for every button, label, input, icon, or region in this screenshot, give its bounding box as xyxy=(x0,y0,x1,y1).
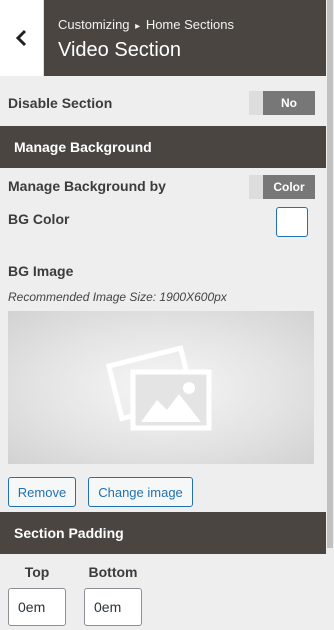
scrollbar-thumb[interactable] xyxy=(327,0,333,548)
padding-bottom-input[interactable]: 0em xyxy=(84,588,142,626)
back-button[interactable] xyxy=(0,0,44,76)
disable-section-toggle-value: No xyxy=(263,91,315,115)
manage-background-by-value: Color xyxy=(263,175,315,199)
padding-bottom-label: Bottom xyxy=(88,564,138,580)
breadcrumb-separator: ▸ xyxy=(135,21,141,32)
bg-image-size-note: Recommended Image Size: 1900X600px xyxy=(8,290,227,304)
padding-top-label: Top xyxy=(24,564,50,580)
manage-background-heading: Manage Background xyxy=(0,126,326,168)
breadcrumb-prefix: Customizing xyxy=(58,17,130,32)
bg-image-preview[interactable] xyxy=(8,311,314,464)
scrollbar-track[interactable] xyxy=(326,0,334,630)
section-padding-heading: Section Padding xyxy=(0,512,326,554)
change-image-button[interactable]: Change image xyxy=(88,477,193,507)
panel-title-box: Customizing ▸ Home Sections Video Sectio… xyxy=(44,0,326,76)
bg-image-label: BG Image xyxy=(8,263,74,279)
disable-section-label: Disable Section xyxy=(8,95,113,111)
manage-background-by-toggle[interactable]: Color xyxy=(249,175,315,199)
bg-color-label: BG Color xyxy=(8,211,70,227)
manage-background-by-label: Manage Background by xyxy=(8,178,166,194)
remove-image-button[interactable]: Remove xyxy=(8,477,76,507)
padding-top-input[interactable]: 0em xyxy=(8,588,66,626)
bg-color-picker[interactable] xyxy=(276,207,308,237)
breadcrumb: Customizing ▸ Home Sections xyxy=(58,17,234,32)
breadcrumb-section: Home Sections xyxy=(145,17,234,32)
customizer-header: Customizing ▸ Home Sections Video Sectio… xyxy=(0,0,334,76)
images-icon xyxy=(105,344,212,430)
page-title: Video Section xyxy=(58,39,182,61)
chevron-left-icon xyxy=(15,29,26,47)
disable-section-toggle[interactable]: No xyxy=(249,91,315,115)
